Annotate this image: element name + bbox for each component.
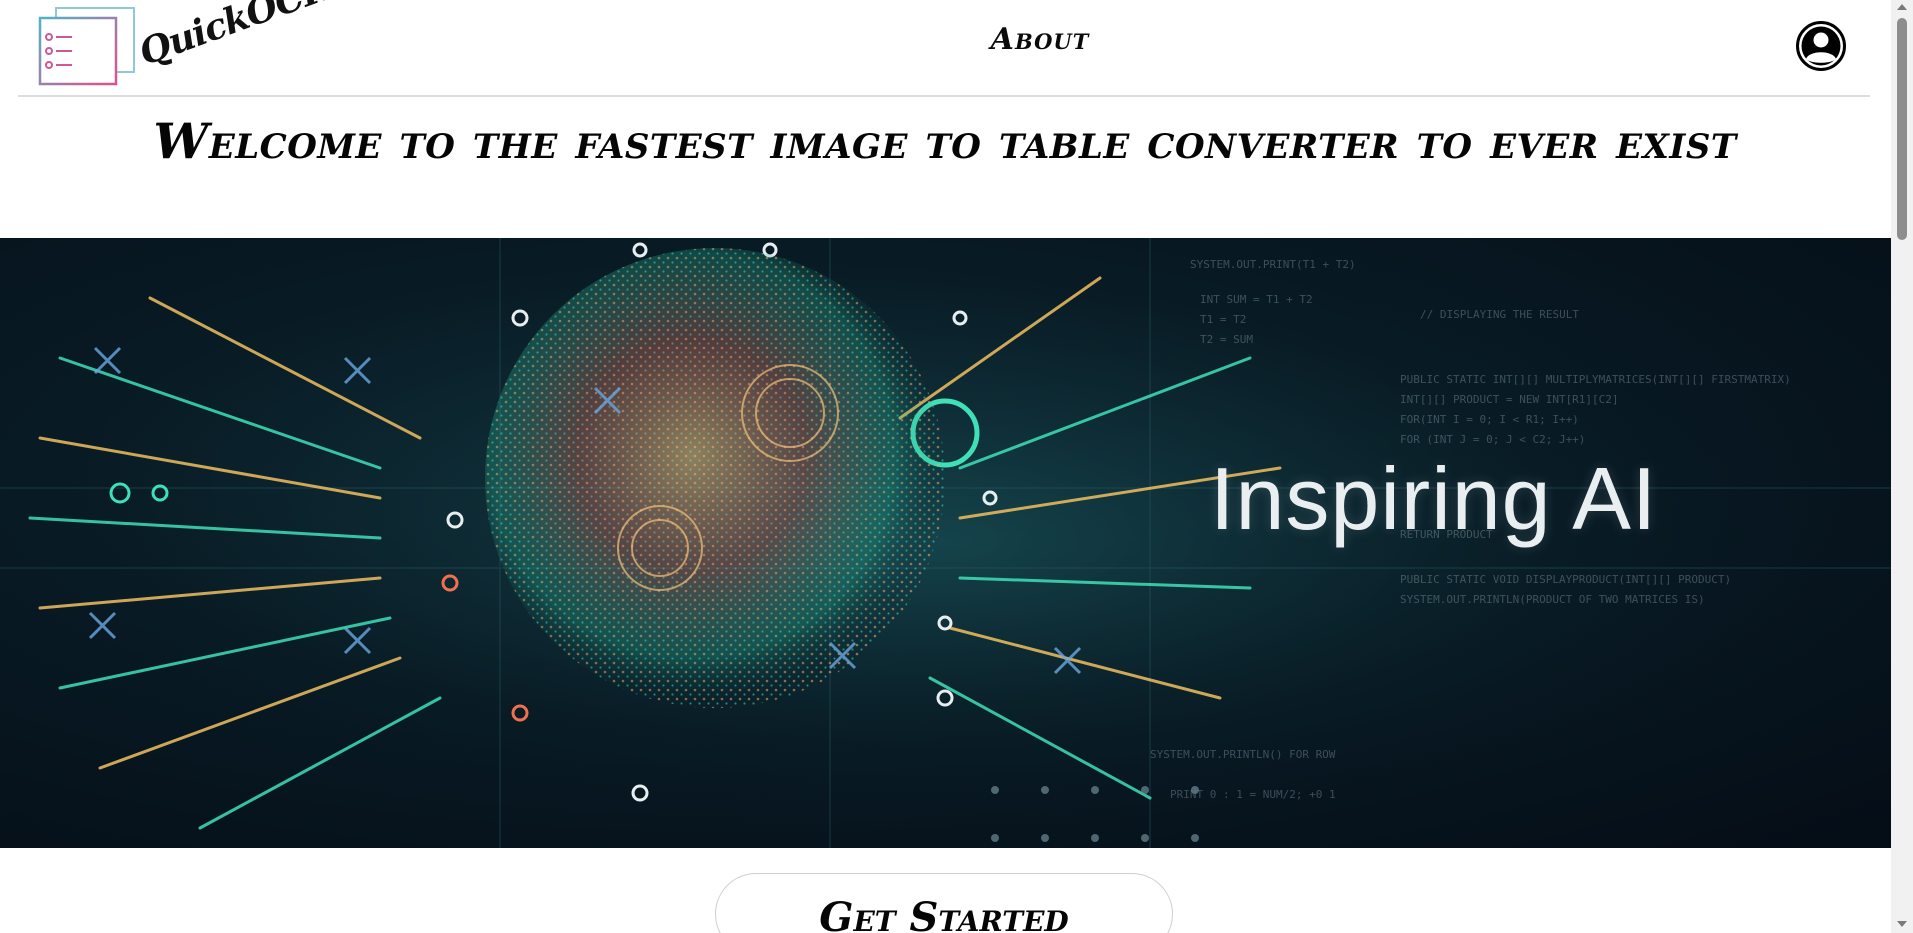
svg-text:PUBLIC STATIC VOID DISPLAYPROD: PUBLIC STATIC VOID DISPLAYPRODUCT(INT[][… (1400, 573, 1731, 586)
top-navbar: QuickOCR About (0, 0, 1891, 96)
svg-text:INT[][] PRODUCT = NEW INT[R1][: INT[][] PRODUCT = NEW INT[R1][C2] (1400, 393, 1619, 406)
svg-text:FOR (INT J = 0; J < C2; J++): FOR (INT J = 0; J < C2; J++) (1400, 433, 1585, 446)
brand-name: QuickOCR (133, 0, 336, 75)
get-started-button[interactable]: Get Started (715, 873, 1173, 933)
hero-caption: Inspiring AI (1210, 449, 1658, 548)
svg-text:SYSTEM.OUT.PRINTLN() FOR ROW: SYSTEM.OUT.PRINTLN() FOR ROW (1150, 748, 1336, 761)
user-circle-icon (1796, 21, 1846, 71)
svg-text:INT SUM = T1 + T2: INT SUM = T1 + T2 (1200, 293, 1313, 306)
nav-link-about[interactable]: About (960, 22, 1120, 57)
svg-text:T2 = SUM: T2 = SUM (1200, 333, 1253, 346)
hero-banner-image: SYSTEM.OUT.PRINT(T1 + T2) INT SUM = T1 +… (0, 238, 1891, 848)
svg-text:SYSTEM.OUT.PRINTLN(PRODUCT OF: SYSTEM.OUT.PRINTLN(PRODUCT OF TWO MATRIC… (1400, 593, 1705, 606)
scroll-up-arrow-icon[interactable] (1897, 4, 1907, 10)
page-scrollbar[interactable] (1891, 0, 1913, 933)
svg-text:T1 = T2: T1 = T2 (1200, 313, 1246, 326)
get-started-label: Get Started (819, 894, 1069, 933)
brand-logo[interactable]: QuickOCR (38, 0, 336, 88)
svg-text:FOR(INT I = 0; I < R1; I++): FOR(INT I = 0; I < R1; I++) (1400, 413, 1579, 426)
svg-text:SYSTEM.OUT.PRINT(T1 + T2): SYSTEM.OUT.PRINT(T1 + T2) (1190, 258, 1356, 271)
svg-text:PUBLIC STATIC INT[][] MULTIPLY: PUBLIC STATIC INT[][] MULTIPLYMATRICES(I… (1400, 373, 1791, 386)
page: QuickOCR About Welcome to the fastest im… (0, 0, 1913, 933)
scroll-down-arrow-icon[interactable] (1897, 921, 1907, 927)
page-headline: Welcome to the fastest image to table co… (153, 112, 1737, 170)
scrollbar-thumb[interactable] (1897, 18, 1907, 240)
profile-button[interactable] (1795, 20, 1847, 72)
navbar-divider (18, 95, 1870, 97)
svg-text:// DISPLAYING THE RESULT: // DISPLAYING THE RESULT (1420, 308, 1579, 321)
table-logo-icon (38, 7, 135, 86)
